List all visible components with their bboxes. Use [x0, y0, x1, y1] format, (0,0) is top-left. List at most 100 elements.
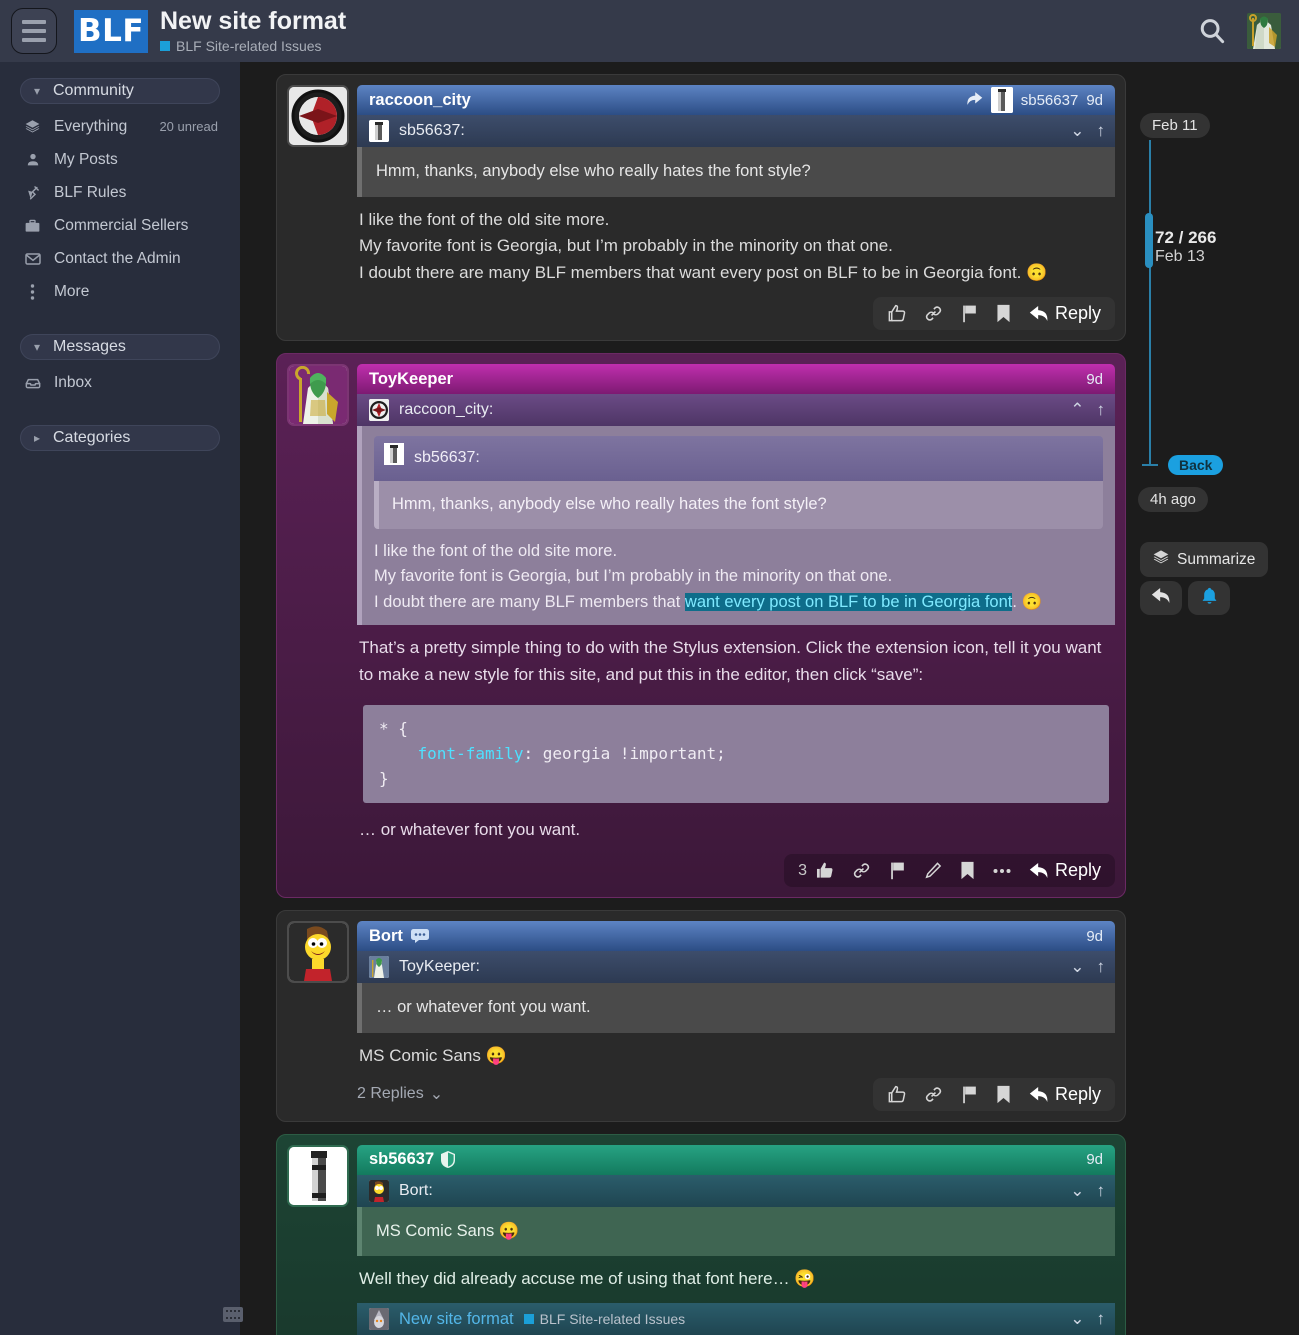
sidebar-group-categories[interactable]: ▸ Categories: [20, 425, 220, 451]
replies-toggle[interactable]: 2 Replies ⌄: [357, 1084, 443, 1104]
post-line: MS Comic Sans 😛: [359, 1045, 507, 1065]
post-header: Bort 9d: [357, 921, 1115, 952]
thread-quote-header[interactable]: New site format BLF Site-related Issues …: [357, 1303, 1115, 1335]
avatar[interactable]: [1247, 13, 1281, 49]
flag-icon[interactable]: [961, 304, 978, 323]
inner-quote-header[interactable]: sb56637:: [374, 436, 1103, 481]
palutena-avatar[interactable]: [287, 364, 349, 427]
post-closing-text: … or whatever font you want.: [359, 820, 581, 840]
sidebar-item-my-posts[interactable]: My Posts: [0, 143, 240, 176]
reply-shortcut-button[interactable]: [1140, 581, 1182, 615]
post-body: ToyKeeper 9d raccoon_city: ⌃ ↑ sb56637: …: [357, 364, 1115, 888]
chevron-down-icon[interactable]: ⌄: [1070, 957, 1084, 977]
reply-arrow-icon: [966, 91, 983, 110]
link-icon[interactable]: [852, 861, 871, 880]
arrow-up-icon[interactable]: ↑: [1097, 1181, 1106, 1201]
post-author[interactable]: ToyKeeper: [369, 370, 453, 389]
bookmark-icon[interactable]: [996, 304, 1011, 323]
sidebar-item-inbox[interactable]: Inbox: [0, 366, 240, 399]
chevron-down-icon[interactable]: ⌄: [1070, 121, 1084, 141]
arrow-up-icon[interactable]: ↑: [1097, 400, 1106, 420]
code-value: : georgia !important;: [523, 743, 726, 763]
link-icon[interactable]: [924, 304, 943, 323]
speech-bubble-icon: [410, 929, 429, 944]
post-author[interactable]: Bort: [369, 927, 403, 946]
sidebar-group-messages[interactable]: ▾ Messages: [20, 334, 220, 360]
timeline-track[interactable]: [1149, 140, 1151, 465]
bort-simpsons-avatar[interactable]: [287, 921, 349, 984]
arrow-up-icon[interactable]: ↑: [1097, 121, 1106, 141]
quote-author: ToyKeeper:: [399, 958, 480, 976]
sidebar-item-everything[interactable]: Everything 20 unread: [0, 110, 240, 143]
sidebar-item-label: My Posts: [54, 150, 118, 168]
post-text: Well they did already accuse me of using…: [357, 1256, 1115, 1293]
reply-target-user[interactable]: sb56637: [1021, 92, 1079, 109]
sidebar-item-contact-admin[interactable]: Contact the Admin: [0, 242, 240, 275]
post-body: Bort 9d ToyKeeper: ⌄ ↑ … or whatever fon…: [357, 921, 1115, 1111]
thumbs-up-icon[interactable]: [815, 861, 834, 880]
quote-controls: ⌃ ↑: [1070, 400, 1105, 420]
timeline-scrubber[interactable]: [1145, 213, 1153, 268]
sidebar-item-label: Commercial Sellers: [54, 216, 189, 234]
blf-logo[interactable]: BLF: [74, 9, 148, 53]
quote-line-highlighted: I doubt there are many BLF members that …: [374, 592, 1043, 611]
flag-icon[interactable]: [961, 1085, 978, 1104]
timeline-end-label[interactable]: 4h ago: [1138, 487, 1208, 512]
thread-title-link[interactable]: New site format: [399, 1310, 514, 1329]
sidebar-group-community[interactable]: ▾ Community: [20, 78, 220, 104]
sidebar-item-more[interactable]: More: [0, 275, 240, 308]
post-text: MS Comic Sans 😛: [357, 1033, 1115, 1070]
reply-button[interactable]: Reply: [1029, 303, 1101, 324]
reply-button[interactable]: Reply: [1029, 1084, 1101, 1105]
post-card: raccoon_city sb56637 9d sb56637: ⌄ ↑ Hmm…: [276, 74, 1126, 342]
back-button[interactable]: Back: [1168, 455, 1224, 475]
timeline-start-date[interactable]: Feb 11: [1140, 113, 1210, 138]
post-card: Bort 9d ToyKeeper: ⌄ ↑ … or whatever fon…: [276, 910, 1126, 1122]
post-time: 9d: [1086, 91, 1103, 109]
quote-block: sb56637: ⌄ ↑ Hmm, thanks, anybody else w…: [357, 115, 1115, 197]
thumbs-up-icon[interactable]: [887, 304, 906, 323]
flashlight-avatar[interactable]: [287, 1144, 349, 1207]
post-header-right: 9d: [1086, 371, 1103, 388]
layers-icon: [1153, 549, 1169, 570]
summarize-button[interactable]: Summarize: [1140, 542, 1269, 577]
quote-header[interactable]: sb56637: ⌄ ↑: [357, 115, 1115, 147]
left-sidebar: ▾ Community Everything 20 unread My Post…: [0, 62, 243, 1335]
timeline-position-count: 72 / 266: [1155, 228, 1217, 247]
bookmark-icon[interactable]: [996, 1085, 1011, 1104]
sidebar-item-commercial-sellers[interactable]: Commercial Sellers: [0, 209, 240, 242]
more-horizontal-icon[interactable]: [993, 868, 1011, 874]
quote-author: Bort:: [399, 1181, 433, 1199]
arrow-up-icon[interactable]: ↑: [1097, 1309, 1106, 1329]
umbrella-corp-logo[interactable]: [287, 85, 349, 147]
sidebar-item-label: BLF Rules: [54, 183, 127, 201]
quote-header[interactable]: raccoon_city: ⌃ ↑: [357, 394, 1115, 427]
sidebar-item-label: Contact the Admin: [54, 249, 181, 267]
search-icon[interactable]: [1195, 14, 1229, 48]
notifications-button[interactable]: [1188, 581, 1230, 615]
post-author[interactable]: sb56637: [369, 1150, 434, 1169]
link-icon[interactable]: [924, 1085, 943, 1104]
thread-category-label: BLF Site-related Issues: [539, 1311, 686, 1327]
bell-icon: [1201, 587, 1218, 610]
reply-button[interactable]: Reply: [1029, 860, 1101, 881]
category-color-square: [523, 1314, 534, 1324]
post-author[interactable]: raccoon_city: [369, 91, 471, 110]
avatar-column: [287, 364, 349, 887]
thread-category: BLF Site-related Issues: [523, 1311, 686, 1327]
hamburger-icon[interactable]: [11, 8, 57, 54]
sidebar-item-blf-rules[interactable]: BLF Rules: [0, 176, 240, 209]
thumbs-up-icon[interactable]: [887, 1085, 906, 1104]
chevron-down-icon[interactable]: ⌄: [1070, 1181, 1084, 1201]
chevron-up-icon[interactable]: ⌃: [1070, 400, 1084, 420]
post-header-right: 9d: [1086, 928, 1103, 945]
chevron-down-icon[interactable]: ⌄: [1070, 1309, 1084, 1329]
page-category[interactable]: BLF Site-related Issues: [160, 38, 346, 54]
arrow-up-icon[interactable]: ↑: [1097, 957, 1106, 977]
reply-label: Reply: [1054, 303, 1101, 324]
flag-icon[interactable]: [889, 861, 906, 880]
bookmark-icon[interactable]: [960, 861, 975, 880]
quote-header[interactable]: Bort: ⌄ ↑: [357, 1174, 1115, 1207]
quote-header[interactable]: ToyKeeper: ⌄ ↑: [357, 951, 1115, 984]
pencil-icon[interactable]: [924, 861, 942, 880]
